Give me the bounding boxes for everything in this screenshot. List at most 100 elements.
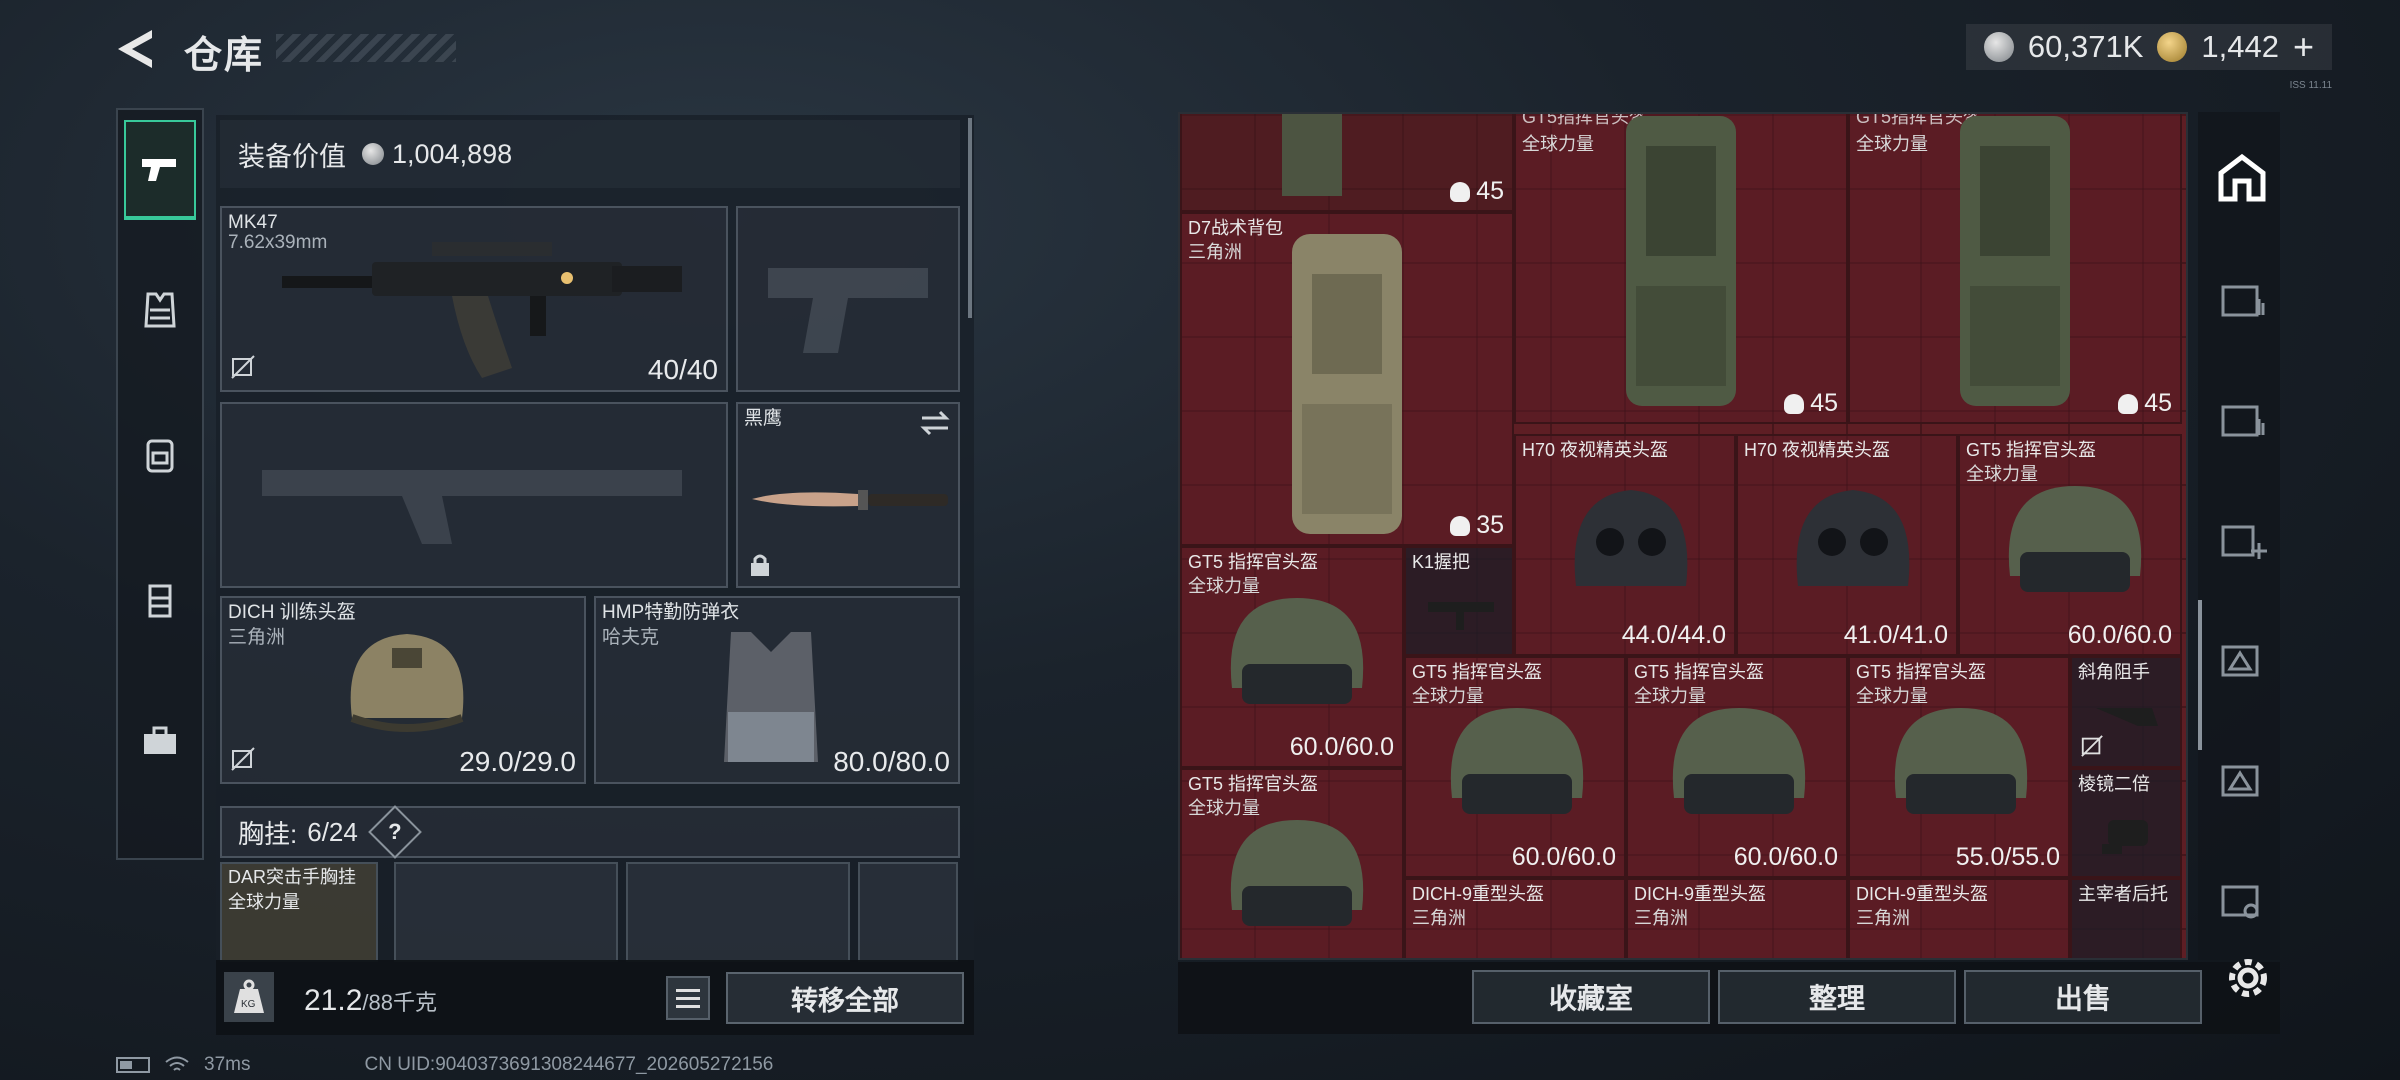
pistol-icon [142, 159, 176, 181]
status-bar: 37ms CN UID:9040373691308244677_20260527… [116, 1054, 773, 1076]
armor-faction: 哈夫克 [602, 627, 660, 648]
loadout-scrollbar[interactable] [968, 118, 972, 318]
rifle-image [282, 242, 682, 378]
backpack-image [1960, 116, 2070, 406]
vest-name: DAR突击手胸挂 [228, 867, 357, 887]
storage-item[interactable]: 斜角阻手 [2070, 656, 2182, 768]
toolbox-icon [144, 726, 176, 754]
storage-item[interactable]: GT5 指挥官头盔 全球力量 55.0/55.0 [1848, 656, 2070, 878]
storage-item[interactable]: GT5指挥官头盔 全球力量 45 [1514, 114, 1848, 424]
weight-max: /88千克 [362, 990, 437, 1015]
swap-icon[interactable] [920, 410, 950, 436]
no-insure-icon [231, 747, 255, 771]
storage-page-tab[interactable] [2214, 750, 2270, 806]
home-storage-tab[interactable] [2214, 150, 2270, 206]
vest-icon [144, 292, 176, 328]
add-storage-tab[interactable] [2214, 510, 2270, 566]
svg-text:KG: KG [241, 999, 256, 1010]
melee-slot[interactable]: 黑鹰 [736, 402, 960, 588]
weight-current: 21.2 [304, 984, 363, 1017]
case-icon [148, 584, 172, 618]
storage-page-tab[interactable] [2214, 270, 2270, 326]
folder-icon [2221, 285, 2265, 317]
pistol-placeholder-icon [768, 268, 928, 353]
nav-case[interactable] [124, 550, 196, 650]
melee-name: 黑鹰 [744, 408, 783, 429]
collection-button[interactable]: 收藏室 [1472, 970, 1710, 1024]
storage-item[interactable]: 45 [1180, 114, 1514, 212]
storage-item[interactable]: H70 夜视精英头盔 41.0/41.0 [1736, 434, 1958, 656]
chest-rig-label: 胸挂: [238, 818, 298, 849]
nav-toolbox[interactable] [124, 690, 196, 790]
chest-rig-slot[interactable]: DAR突击手胸挂 全球力量 [220, 862, 378, 962]
nav-vest[interactable] [124, 260, 196, 360]
sell-button[interactable]: 出售 [1964, 970, 2202, 1024]
weapon-ammo: 40/40 [647, 354, 718, 385]
equipment-value: 1,004,898 [392, 138, 513, 169]
storage-page-tab[interactable] [2214, 870, 2270, 926]
silver-coin-icon [362, 143, 384, 165]
nav-backpack[interactable] [124, 405, 196, 505]
lock-icon [751, 554, 769, 576]
back-arrow-icon[interactable] [112, 26, 162, 72]
storage-grid[interactable]: 45 GT5指挥官头盔 全球力量 45 GT5指挥官头盔 全球力量 45 D7战… [1178, 112, 2188, 960]
storage-item[interactable]: 主宰者后托 [2070, 878, 2182, 958]
version-label: ISS 11.11 [2289, 80, 2332, 91]
silver-amount: 60,371K [2027, 29, 2144, 64]
backpack-image [1626, 116, 1736, 406]
list-view-button[interactable] [666, 976, 710, 1020]
helmet-durability: 29.0/29.0 [459, 746, 576, 777]
storage-item[interactable]: K1握把 [1404, 546, 1514, 656]
currency-bar: 60,371K 1,442 + [1965, 24, 2332, 70]
secondary-rifle-slot[interactable] [220, 402, 728, 588]
storage-item[interactable]: DICH-9重型头盔 三角洲 [1848, 878, 2070, 958]
chest-rig-header: 胸挂: 6/24 ? [220, 805, 960, 859]
armor-image [724, 632, 818, 762]
gold-amount: 1,442 [2201, 29, 2279, 64]
gear-icon[interactable] [2222, 952, 2274, 1004]
storage-item[interactable]: GT5 指挥官头盔 全球力量 60.0/60.0 [1404, 656, 1626, 878]
equipment-value-row: 装备价值 1,004,898 [220, 120, 960, 188]
carry-weight: 21.2/88千克 [304, 984, 437, 1018]
silver-coin-icon [1983, 32, 2014, 62]
storage-page-tab[interactable] [2214, 390, 2270, 446]
organize-button[interactable]: 整理 [1718, 970, 1956, 1024]
gold-coin-icon [2157, 32, 2188, 62]
folder-add-icon [2221, 525, 2267, 559]
add-currency-button[interactable]: + [2293, 26, 2314, 68]
equipment-category-nav [116, 108, 204, 860]
storage-item[interactable]: GT5 指挥官头盔 全球力量 60.0/60.0 [1626, 656, 1848, 878]
equipment-value-label: 装备价值 [238, 141, 346, 172]
armor-slot[interactable]: HMP特勤防弹衣 哈夫克 80.0/80.0 [594, 596, 960, 784]
backpack-image [1292, 234, 1402, 534]
user-uid: CN UID:9040373691308244677_202605272156 [364, 1054, 774, 1075]
vest-faction: 全球力量 [228, 892, 300, 912]
secondary-weapon-slot[interactable] [736, 206, 960, 392]
helmet-slot[interactable]: DICH 训练头盔 三角洲 29.0/29.0 [220, 596, 586, 784]
storage-page-tab[interactable] [2214, 630, 2270, 686]
chest-rig-cell[interactable] [858, 862, 958, 962]
chest-rig-cell[interactable] [394, 862, 618, 962]
transfer-all-button[interactable]: 转移全部 [726, 972, 964, 1024]
page-title: 仓库 [184, 35, 265, 77]
primary-weapon-slot[interactable]: MK47 7.62x39mm 40/40 [220, 206, 728, 392]
storage-item[interactable]: GT5 指挥官头盔 全球力量 60.0/60.0 [1958, 434, 2182, 656]
storage-item[interactable]: DICH-9重型头盔 三角洲 [1626, 878, 1848, 958]
storage-item[interactable]: 棱镜二倍 [2070, 768, 2182, 878]
battery-icon [116, 1057, 150, 1073]
armor-durability: 80.0/80.0 [833, 746, 950, 777]
folder-icon [2221, 405, 2265, 437]
storage-item[interactable]: GT5 指挥官头盔 全球力量 [1180, 768, 1404, 958]
help-button[interactable]: ? [367, 805, 422, 859]
storage-item[interactable]: DICH-9重型头盔 三角洲 [1404, 878, 1626, 958]
nav-weapons[interactable] [124, 120, 196, 220]
chest-rig-cell[interactable] [626, 862, 850, 962]
storage-scrollbar[interactable] [2198, 600, 2202, 750]
storage-item[interactable]: H70 夜视精英头盔 44.0/44.0 [1514, 434, 1736, 656]
storage-item[interactable]: GT5指挥官头盔 全球力量 45 [1848, 114, 2182, 424]
storage-item[interactable]: GT5 指挥官头盔 全球力量 60.0/60.0 [1180, 546, 1404, 768]
folder-eye-icon [2221, 885, 2259, 919]
storage-item[interactable]: D7战术背包 三角洲 35 [1180, 212, 1514, 546]
ping: 37ms [204, 1054, 251, 1075]
folder-warning-icon [2221, 765, 2259, 797]
